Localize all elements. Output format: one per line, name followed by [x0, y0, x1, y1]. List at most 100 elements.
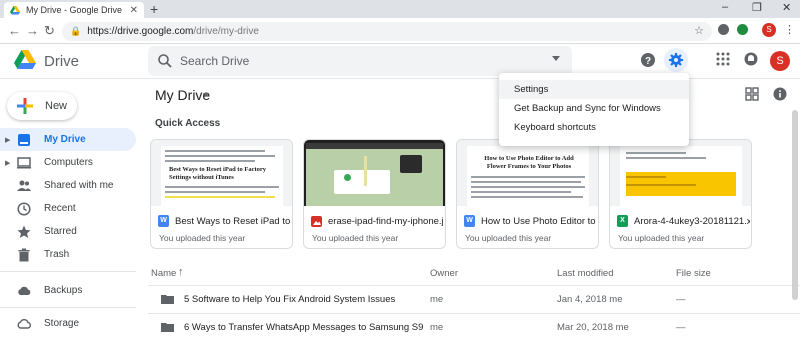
extension-icon[interactable]: [737, 24, 748, 35]
maximize-icon[interactable]: ❐: [752, 1, 762, 14]
sidebar-divider: [0, 271, 136, 272]
browser-tab[interactable]: My Drive - Google Drive ✕: [4, 2, 144, 18]
sidebar-item-trash[interactable]: Trash: [0, 243, 136, 266]
menu-item-keyboard-shortcuts[interactable]: Keyboard shortcuts: [499, 118, 689, 137]
help-icon[interactable]: ?: [640, 52, 656, 68]
file-size: —: [676, 294, 686, 305]
lock-icon: 🔒: [70, 26, 82, 36]
new-tab-button[interactable]: +: [150, 1, 158, 17]
sidebar-item-label: Storage: [44, 318, 80, 329]
spreadsheet-thumbnail: [610, 140, 751, 206]
shared-folder-icon: [161, 295, 174, 304]
menu-item-backup-sync[interactable]: Get Backup and Sync for Windows: [499, 99, 689, 118]
card-file-name: Arora-4-4ukey3-20181121.xlsx: [634, 216, 750, 227]
reload-icon[interactable]: ↻: [44, 23, 55, 39]
url-text: https://drive.google.com/drive/my-drive: [87, 26, 259, 37]
column-header-owner[interactable]: Owner: [430, 268, 458, 279]
trash-icon: [18, 248, 30, 262]
browser-menu-icon[interactable]: ⋮: [784, 23, 795, 36]
excel-file-icon: X: [617, 215, 628, 227]
quick-access-card[interactable]: erase-ipad-find-my-iphone.jpg You upload…: [303, 139, 446, 249]
sidebar-item-label: Backups: [44, 285, 83, 296]
search-input[interactable]: Search Drive: [148, 46, 572, 76]
word-doc-icon: W: [464, 215, 475, 227]
sidebar-item-recent[interactable]: Recent: [0, 197, 136, 220]
browser-tab-strip: My Drive - Google Drive ✕ + – ❐ ✕: [0, 0, 800, 18]
notifications-bell-icon[interactable]: [744, 52, 758, 66]
list-divider: [148, 285, 800, 286]
sidebar-divider: [0, 307, 136, 308]
column-header-last-modified[interactable]: Last modified: [557, 268, 614, 279]
back-icon[interactable]: ←: [8, 23, 21, 38]
account-avatar[interactable]: S: [770, 51, 790, 71]
sidebar-item-storage[interactable]: Storage: [0, 312, 136, 335]
sidebar-item-computers[interactable]: ▶ Computers: [0, 151, 136, 174]
expand-caret-icon[interactable]: ▶: [5, 136, 10, 144]
file-size: —: [676, 322, 686, 333]
scrollbar[interactable]: [792, 110, 798, 300]
address-bar[interactable]: 🔒 https://drive.google.com/drive/my-driv…: [62, 22, 712, 41]
browser-profile-avatar[interactable]: S: [762, 23, 776, 37]
sidebar-item-label: Starred: [44, 226, 77, 237]
menu-item-settings[interactable]: Settings: [499, 80, 689, 99]
new-button-label: New: [45, 100, 68, 112]
browser-tab-title: My Drive - Google Drive: [26, 5, 123, 15]
shared-icon: [17, 180, 31, 191]
card-subtitle: You uploaded this year: [159, 233, 246, 243]
file-modified: Mar 20, 2018 me: [557, 322, 629, 333]
image-file-icon: [311, 216, 322, 227]
star-icon: [17, 225, 31, 238]
sidebar-item-my-drive[interactable]: ▶ My Drive: [0, 128, 136, 151]
settings-button[interactable]: [664, 48, 688, 72]
file-modified: Jan 4, 2018 me: [557, 294, 623, 305]
sidebar-item-shared-with-me[interactable]: Shared with me: [0, 174, 136, 197]
quick-access-card[interactable]: How to Use Photo Editor to Add Flower Fr…: [456, 139, 599, 249]
new-button[interactable]: New: [7, 92, 77, 120]
sort-arrow-icon[interactable]: ↑: [178, 266, 184, 278]
cloud-icon: [18, 286, 31, 295]
doc-thumbnail: How to Use Photo Editor to Add Flower Fr…: [457, 140, 598, 206]
quick-access-card[interactable]: X Arora-4-4ukey3-20181121.xlsx You uploa…: [609, 139, 752, 249]
gear-icon: [669, 53, 683, 67]
my-drive-icon: [18, 134, 30, 146]
sidebar-item-backups[interactable]: Backups: [0, 279, 136, 302]
sidebar-item-label: Trash: [44, 249, 70, 260]
settings-menu: Settings Get Backup and Sync for Windows…: [499, 73, 689, 146]
image-thumbnail: [304, 140, 445, 206]
storage-icon: [17, 319, 31, 329]
list-divider: [148, 313, 800, 314]
computers-icon: [17, 157, 31, 169]
browser-toolbar: ← → ↻ 🔒 https://drive.google.com/drive/m…: [0, 18, 800, 44]
plus-icon: [17, 98, 33, 114]
expand-caret-icon[interactable]: ▶: [5, 159, 10, 167]
search-options-icon[interactable]: [552, 56, 560, 61]
forward-icon[interactable]: →: [26, 23, 39, 38]
close-window-icon[interactable]: ✕: [782, 1, 791, 14]
minimize-icon[interactable]: –: [722, 1, 728, 13]
quick-access-card[interactable]: Best Ways to Reset iPad to Factory Setti…: [150, 139, 293, 249]
sidebar-item-label: My Drive: [44, 134, 86, 145]
page-title[interactable]: My Drive: [155, 87, 210, 103]
card-file-name: Best Ways to Reset iPad to Fa...: [175, 216, 291, 227]
drive-logo-icon: [14, 50, 36, 69]
file-owner: me: [430, 294, 444, 305]
drive-favicon-icon: [10, 5, 20, 14]
sidebar-item-starred[interactable]: Starred: [0, 220, 136, 243]
extension-icon[interactable]: [718, 24, 729, 35]
column-header-name[interactable]: Name: [151, 268, 176, 279]
clock-icon: [17, 202, 31, 216]
sidebar-item-label: Recent: [44, 203, 76, 214]
search-placeholder: Search Drive: [180, 54, 250, 68]
column-header-file-size[interactable]: File size: [676, 268, 711, 279]
info-icon[interactable]: [773, 87, 787, 101]
sidebar-item-label: Shared with me: [44, 180, 114, 191]
grid-view-icon[interactable]: [745, 87, 759, 101]
apps-grid-icon[interactable]: [716, 52, 730, 66]
close-tab-icon[interactable]: ✕: [130, 5, 138, 16]
card-file-name: erase-ipad-find-my-iphone.jpg: [328, 216, 444, 227]
card-file-name: How to Use Photo Editor to A...: [481, 216, 597, 227]
sidebar-item-label: Computers: [44, 157, 93, 168]
bookmark-star-icon[interactable]: ☆: [694, 24, 704, 37]
card-subtitle: You uploaded this year: [618, 233, 705, 243]
my-drive-dropdown-icon[interactable]: [203, 93, 209, 97]
